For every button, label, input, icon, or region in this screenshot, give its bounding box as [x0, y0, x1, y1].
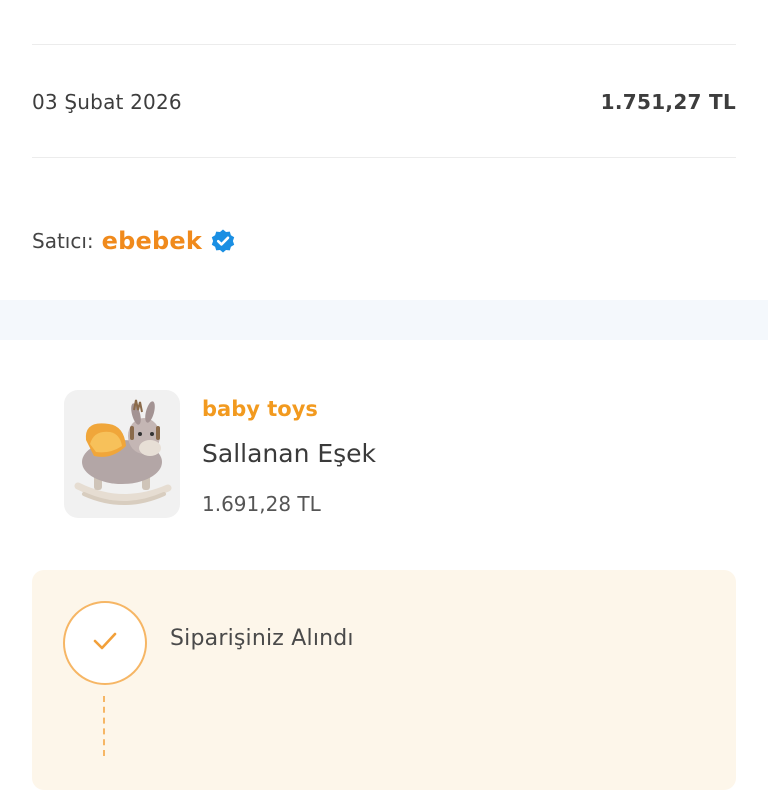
divider — [32, 44, 736, 45]
product-price: 1.691,28 TL — [202, 492, 321, 516]
product-brand: baby toys — [202, 397, 318, 421]
order-date: 03 Şubat 2026 — [32, 90, 182, 114]
seller-name[interactable]: ebebek — [102, 227, 202, 255]
status-connector-line — [103, 696, 105, 756]
order-status-card: Siparişiniz Alındı — [32, 570, 736, 790]
order-total: 1.751,27 TL — [600, 90, 736, 114]
seller-label: Satıcı: — [32, 229, 94, 253]
divider — [32, 157, 736, 158]
verified-badge-icon — [210, 228, 236, 254]
check-icon — [88, 624, 122, 662]
previous-row-clipped — [32, 0, 736, 4]
seller-row: Satıcı: ebebek — [32, 222, 236, 260]
product-info: baby toys Sallanan Eşek 1.691,28 TL — [202, 390, 376, 520]
product-name[interactable]: Sallanan Eşek — [202, 430, 376, 478]
order-summary-row: 03 Şubat 2026 1.751,27 TL — [32, 80, 736, 124]
section-separator — [0, 300, 768, 340]
status-step-circle — [63, 601, 147, 685]
status-step-label: Siparişiniz Alındı — [170, 626, 354, 651]
product-image[interactable] — [64, 390, 180, 518]
product-item[interactable]: baby toys Sallanan Eşek 1.691,28 TL — [64, 390, 736, 520]
